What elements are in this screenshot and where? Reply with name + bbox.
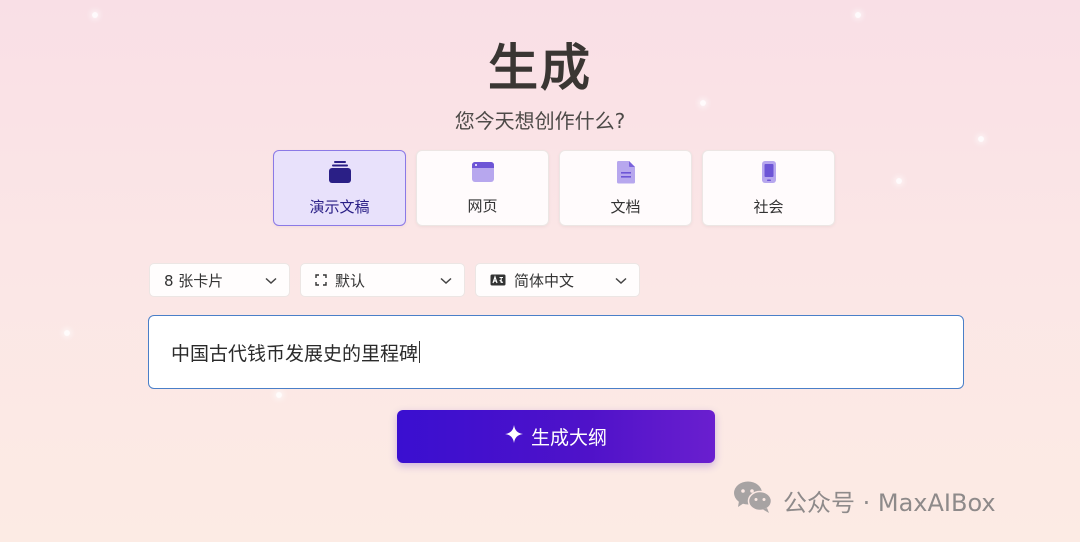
card-count-select[interactable]: 8 张卡片 xyxy=(149,263,290,297)
chevron-down-icon xyxy=(265,271,277,289)
background-sparkle xyxy=(978,136,984,142)
watermark: 公众号 · MaxAIBox xyxy=(733,480,996,520)
background-sparkle xyxy=(855,12,861,18)
document-icon xyxy=(616,160,636,188)
sparkle-icon xyxy=(504,425,523,448)
background-sparkle xyxy=(276,392,282,398)
type-card-label: 社会 xyxy=(753,197,784,216)
presentation-stack-icon xyxy=(328,160,352,188)
card-count-value: 8 张卡片 xyxy=(164,271,224,290)
watermark-text: 公众号 · MaxAIBox xyxy=(783,488,996,517)
page-subtitle: 您今天想创作什么? xyxy=(454,109,626,133)
content-type-selector: 演示文稿 网页 文档 社会 xyxy=(273,150,835,226)
generate-outline-button[interactable]: 生成大纲 xyxy=(397,410,715,463)
topic-input-value: 中国古代钱币发展史的里程碑 xyxy=(171,342,419,365)
layout-value: 默认 xyxy=(335,271,366,290)
layout-select[interactable]: 默认 xyxy=(300,263,465,297)
background-sparkle xyxy=(64,330,70,336)
type-card-document[interactable]: 文档 xyxy=(559,150,692,226)
generation-options: 8 张卡片 默认 简体中文 xyxy=(149,263,640,297)
mobile-phone-icon xyxy=(761,160,777,188)
type-card-webpage[interactable]: 网页 xyxy=(416,150,549,226)
type-card-presentation[interactable]: 演示文稿 xyxy=(273,150,406,226)
wechat-icon xyxy=(733,480,773,520)
webpage-icon xyxy=(471,161,495,187)
frame-icon xyxy=(315,274,327,286)
text-caret xyxy=(419,341,421,363)
type-card-social[interactable]: 社会 xyxy=(702,150,835,226)
type-card-label: 文档 xyxy=(610,197,641,216)
language-select[interactable]: 简体中文 xyxy=(475,263,640,297)
background-sparkle xyxy=(92,12,98,18)
type-card-label: 演示文稿 xyxy=(309,197,370,216)
chevron-down-icon xyxy=(615,271,627,289)
generate-outline-label: 生成大纲 xyxy=(530,427,607,449)
chevron-down-icon xyxy=(440,271,452,289)
type-card-label: 网页 xyxy=(467,196,498,215)
translate-icon xyxy=(490,274,506,286)
background-sparkle xyxy=(896,178,902,184)
topic-input[interactable]: 中国古代钱币发展史的里程碑 xyxy=(148,315,964,389)
language-value: 简体中文 xyxy=(514,271,575,290)
page-title: 生成 xyxy=(488,39,592,97)
